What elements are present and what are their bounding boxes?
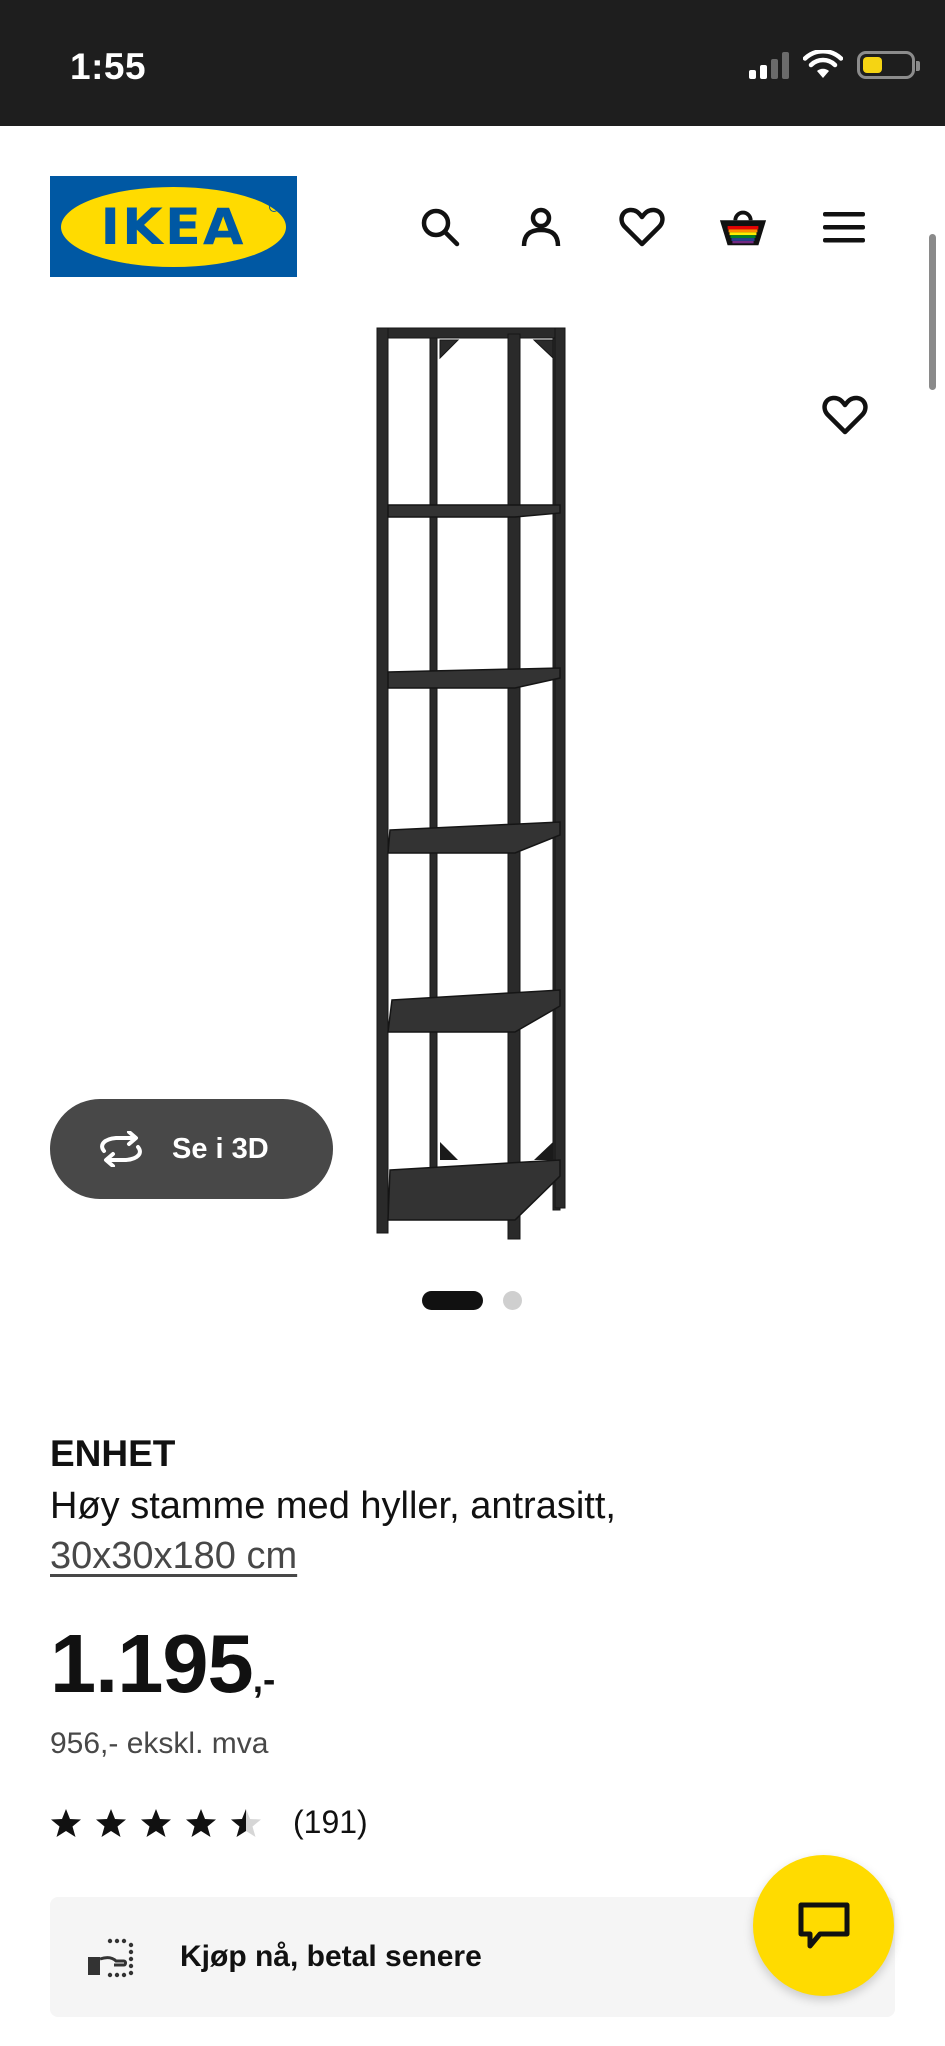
chat-button[interactable] xyxy=(753,1855,894,1996)
bnpl-label: Kjøp nå, betal senere xyxy=(180,1940,482,1973)
rotate-3d-icon xyxy=(100,1131,142,1167)
carousel-dot-active[interactable] xyxy=(422,1291,483,1310)
site-header: IKEA xyxy=(0,126,945,286)
price-excl-vat: 956,- ekskl. mva xyxy=(50,1727,269,1760)
product-rating[interactable]: (191) xyxy=(50,1804,368,1841)
favorites-heart-icon[interactable] xyxy=(617,202,667,252)
add-to-favorites-button[interactable] xyxy=(800,370,890,460)
star-icon xyxy=(51,1808,81,1837)
product-description: Høy stamme med hyller, antrasitt, xyxy=(50,1485,616,1527)
star-icon xyxy=(186,1808,216,1837)
star-icon xyxy=(141,1808,171,1837)
search-icon[interactable] xyxy=(415,202,465,252)
rating-count: (191) xyxy=(293,1804,368,1840)
logo-text: IKEA xyxy=(100,197,247,256)
star-icon xyxy=(96,1808,126,1837)
chat-icon xyxy=(798,1902,849,1948)
wifi-icon xyxy=(803,50,843,78)
product-size-link[interactable]: 30x30x180 cm xyxy=(50,1535,297,1578)
half-star-icon xyxy=(231,1808,261,1837)
status-time: 1:55 xyxy=(70,46,147,87)
cell-signal-icon xyxy=(749,51,789,79)
battery-icon xyxy=(857,51,920,79)
price-main: 1.195 xyxy=(50,1617,254,1710)
ikea-logo[interactable]: IKEA xyxy=(50,176,297,277)
account-icon[interactable] xyxy=(516,202,566,252)
product-name: ENHET xyxy=(50,1433,176,1474)
status-icons xyxy=(749,50,920,80)
menu-icon[interactable] xyxy=(819,202,869,252)
view-3d-button[interactable]: Se i 3D xyxy=(50,1099,333,1199)
price-suffix: ,- xyxy=(252,1659,276,1700)
status-bar: 1:55 xyxy=(0,0,945,126)
heart-icon xyxy=(822,395,868,435)
payment-hand-icon xyxy=(88,1938,134,1978)
product-price: 1.195 ,- xyxy=(50,1616,275,1712)
image-carousel-dots xyxy=(0,1291,945,1311)
view-3d-label: Se i 3D xyxy=(172,1132,269,1165)
basket-icon[interactable] xyxy=(718,202,768,252)
carousel-dot[interactable] xyxy=(503,1291,522,1310)
